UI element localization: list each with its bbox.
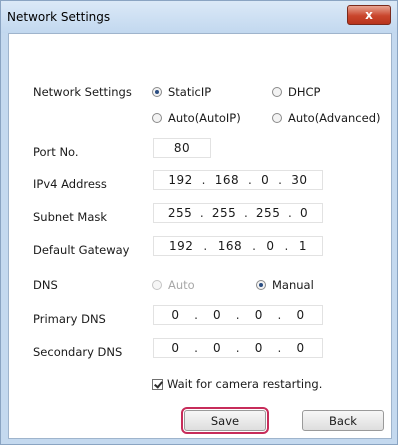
octet-separator: . [194,341,199,355]
radio-staticip-label: StaticIP [168,85,212,99]
radio-dhcp-label: DHCP [288,85,321,99]
port-value: 80 [173,141,191,155]
octet-separator: . [201,173,206,187]
octet-separator: . [287,206,293,220]
title-bar[interactable]: Network Settings x [1,1,397,33]
primary-dns-octet-2: 0 [213,308,222,322]
subnet-octet-2: 255 [211,206,237,220]
window-title: Network Settings [7,10,111,24]
octet-separator: . [277,341,282,355]
wait-restart-checkbox[interactable]: Wait for camera restarting. [152,377,322,391]
port-input[interactable]: 80 [153,138,211,158]
close-button[interactable]: x [347,5,391,25]
primary-dns-octet-1: 0 [171,308,180,322]
gateway-octet-3: 0 [266,239,275,253]
subnet-mask-input[interactable]: 255 . 255 . 255 . 0 [153,203,323,223]
octet-separator: . [203,239,208,253]
default-gateway-input[interactable]: 192 . 168 . 0 . 1 [153,236,323,256]
secondary-dns-octet-2: 0 [213,341,222,355]
subnet-octet-1: 255 [167,206,193,220]
gateway-octet-4: 1 [298,239,307,253]
octet-separator: . [235,308,241,322]
radio-auto-autoip-label: Auto(AutoIP) [168,111,241,125]
back-button-label: Back [329,413,357,428]
octet-separator: . [278,173,283,187]
ipv4-octet-4: 30 [291,173,308,187]
ipv4-address-input[interactable]: 192 . 168 . 0 . 30 [153,170,323,190]
radio-selected-icon [256,280,266,290]
checkmark-icon [152,378,163,390]
radio-staticip[interactable]: StaticIP [152,85,211,99]
octet-separator: . [284,239,289,253]
radio-unselected-icon [272,113,282,123]
secondary-dns-label: Secondary DNS [33,345,123,359]
secondary-dns-octet-1: 0 [171,341,180,355]
wait-restart-label: Wait for camera restarting. [167,377,323,391]
subnet-octet-3: 255 [255,206,281,220]
dns-label: DNS [33,278,58,292]
gateway-octet-1: 192 [168,239,194,253]
radio-selected-icon [152,87,162,97]
radio-disabled-icon [152,280,162,290]
subnet-label: Subnet Mask [33,210,108,224]
gateway-octet-2: 168 [217,239,243,253]
radio-auto-autoip[interactable]: Auto(AutoIP) [152,111,241,125]
subnet-octet-4: 0 [299,206,309,220]
close-icon: x [365,8,373,22]
ipv4-octet-3: 0 [261,173,270,187]
network-settings-window: Network Settings x Network Settings Stat… [0,0,398,445]
radio-auto-advanced[interactable]: Auto(Advanced) [272,111,380,125]
radio-dns-auto-label: Auto [168,278,195,292]
octet-separator: . [252,239,257,253]
settings-panel: Network Settings StaticIP DHCP Auto(Auto… [8,33,392,439]
back-button[interactable]: Back [302,410,384,431]
radio-unselected-icon [152,113,162,123]
primary-dns-input[interactable]: 0 . 0 . 0 . 0 [153,305,323,325]
port-label: Port No. [33,145,79,159]
primary-dns-octet-3: 0 [254,308,263,322]
primary-dns-octet-4: 0 [296,308,305,322]
octet-separator: . [199,206,205,220]
octet-separator: . [277,308,282,322]
gateway-label: Default Gateway [33,243,130,257]
octet-separator: . [243,206,249,220]
radio-dhcp[interactable]: DHCP [272,85,320,99]
save-button[interactable]: Save [181,407,269,434]
primary-dns-label: Primary DNS [33,312,106,326]
secondary-dns-octet-3: 0 [254,341,263,355]
octet-separator: . [194,308,199,322]
octet-separator: . [247,173,253,187]
radio-unselected-icon [272,87,282,97]
ipv4-octet-1: 192 [168,173,193,187]
radio-dns-manual-label: Manual [272,278,314,292]
radio-auto-advanced-label: Auto(Advanced) [288,111,381,125]
radio-dns-auto: Auto [152,278,195,292]
radio-dns-manual[interactable]: Manual [256,278,314,292]
ipv4-octet-2: 168 [214,173,240,187]
ipv4-label: IPv4 Address [33,177,107,191]
network-settings-label: Network Settings [33,85,132,99]
secondary-dns-input[interactable]: 0 . 0 . 0 . 0 [153,338,323,358]
secondary-dns-octet-4: 0 [296,341,305,355]
save-button-label: Save [210,413,240,428]
octet-separator: . [235,341,241,355]
